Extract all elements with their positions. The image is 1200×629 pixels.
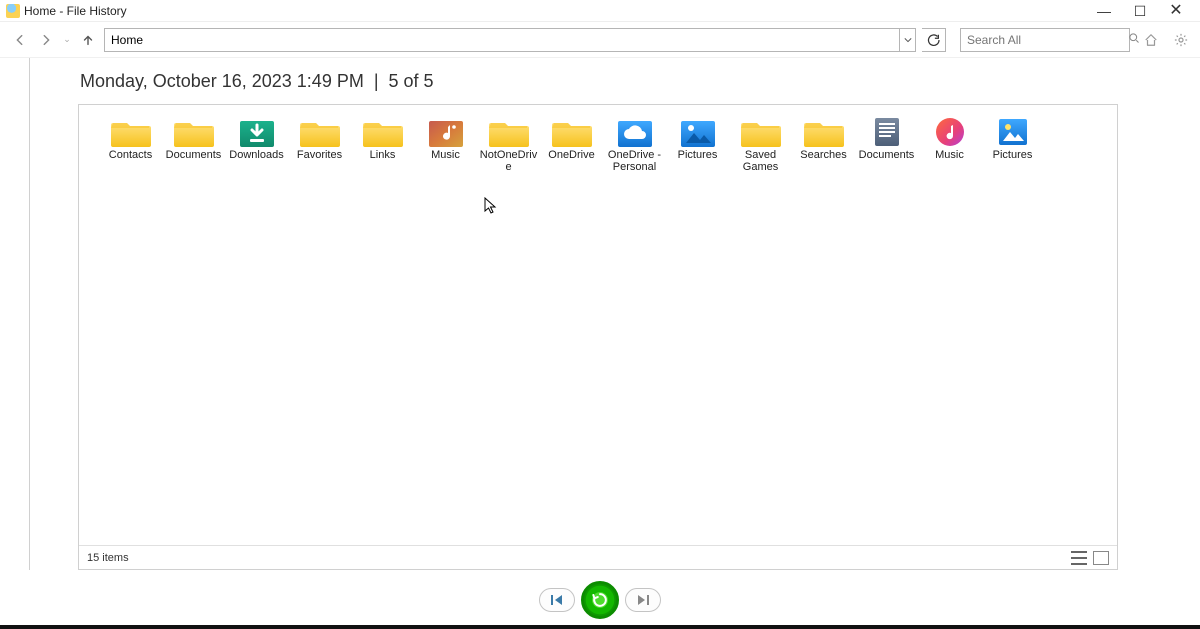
folder-icon xyxy=(741,115,781,149)
refresh-button[interactable] xyxy=(922,28,946,52)
folder-item[interactable]: Music xyxy=(414,115,477,189)
back-button[interactable] xyxy=(10,30,30,50)
search-icon[interactable] xyxy=(1128,32,1140,47)
restore-button[interactable] xyxy=(581,581,619,619)
folder-label: Music xyxy=(918,149,981,161)
folder-item[interactable]: NotOneDrive xyxy=(477,115,540,189)
left-sidebar-stub xyxy=(0,58,30,570)
snapshot-date: Monday, October 16, 2023 1:49 PM xyxy=(80,71,364,92)
search-box[interactable] xyxy=(960,28,1130,52)
folder-item[interactable]: Music xyxy=(918,115,981,189)
view-details-button[interactable] xyxy=(1071,551,1087,565)
folder-item[interactable]: Saved Games xyxy=(729,115,792,189)
folder-label: Documents xyxy=(855,149,918,161)
folder-label: Saved Games xyxy=(729,149,792,173)
home-icon[interactable] xyxy=(1142,31,1160,49)
mouse-cursor-icon xyxy=(484,197,498,215)
folder-label: Searches xyxy=(792,149,855,161)
close-button[interactable]: ✕ xyxy=(1158,2,1194,20)
folder-item[interactable]: Pictures xyxy=(666,115,729,189)
previous-version-button[interactable] xyxy=(539,588,575,612)
heading-separator: | xyxy=(374,71,379,92)
folder-item[interactable]: Searches xyxy=(792,115,855,189)
address-bar[interactable] xyxy=(104,28,916,52)
snapshot-heading: Monday, October 16, 2023 1:49 PM | 5 of … xyxy=(0,58,1200,104)
folder-icon xyxy=(804,115,844,149)
content-panel: ContactsDocumentsDownloadsFavoritesLinks… xyxy=(78,104,1118,570)
address-dropdown[interactable] xyxy=(899,29,915,51)
folder-label: Documents xyxy=(162,149,225,161)
folder-label: Downloads xyxy=(225,149,288,161)
folder-item[interactable]: Pictures xyxy=(981,115,1044,189)
minimize-button[interactable]: — xyxy=(1086,2,1122,20)
toolbar: ⌄ xyxy=(0,22,1200,58)
folder-label: Links xyxy=(351,149,414,161)
up-button[interactable] xyxy=(78,30,98,50)
folder-label: Pictures xyxy=(981,149,1044,161)
history-controls xyxy=(0,580,1200,620)
folder-icon xyxy=(426,115,466,149)
search-input[interactable] xyxy=(961,29,1128,51)
folder-icon xyxy=(237,115,277,149)
folder-icon xyxy=(930,115,970,149)
forward-button[interactable] xyxy=(36,30,56,50)
folder-icon xyxy=(489,115,529,149)
status-count: 15 items xyxy=(87,552,129,564)
status-bar: 15 items xyxy=(79,545,1117,569)
folder-icon xyxy=(678,115,718,149)
view-large-icons-button[interactable] xyxy=(1093,551,1109,565)
folder-item[interactable]: OneDrive - Personal xyxy=(603,115,666,189)
folder-icon xyxy=(174,115,214,149)
folder-item[interactable]: Documents xyxy=(162,115,225,189)
folder-icon xyxy=(363,115,403,149)
folder-label: Favorites xyxy=(288,149,351,161)
snapshot-counter: 5 of 5 xyxy=(389,71,434,92)
folder-icon xyxy=(300,115,340,149)
folder-icon xyxy=(993,115,1033,149)
folder-item[interactable]: Documents xyxy=(855,115,918,189)
folder-icon xyxy=(867,115,907,149)
folder-label: Pictures xyxy=(666,149,729,161)
folder-item[interactable]: Links xyxy=(351,115,414,189)
maximize-button[interactable]: ☐ xyxy=(1122,2,1158,20)
folder-item[interactable]: Favorites xyxy=(288,115,351,189)
folder-label: Contacts xyxy=(99,149,162,161)
folder-label: Music xyxy=(414,149,477,161)
folder-item[interactable]: Downloads xyxy=(225,115,288,189)
bottom-edge xyxy=(0,625,1200,629)
window-title: Home - File History xyxy=(24,4,127,18)
folder-label: OneDrive xyxy=(540,149,603,161)
folder-label: OneDrive - Personal xyxy=(603,149,666,173)
folder-item[interactable]: OneDrive xyxy=(540,115,603,189)
folder-icon xyxy=(615,115,655,149)
gear-icon[interactable] xyxy=(1172,31,1190,49)
folder-label: NotOneDrive xyxy=(477,149,540,173)
next-version-button[interactable] xyxy=(625,588,661,612)
titlebar: Home - File History — ☐ ✕ xyxy=(0,0,1200,22)
app-icon xyxy=(6,4,20,18)
folder-item[interactable]: Contacts xyxy=(99,115,162,189)
address-input[interactable] xyxy=(105,29,899,51)
folder-icon xyxy=(111,115,151,149)
items-container: ContactsDocumentsDownloadsFavoritesLinks… xyxy=(79,105,1117,189)
recent-locations-chevron[interactable]: ⌄ xyxy=(62,34,72,45)
folder-icon xyxy=(552,115,592,149)
